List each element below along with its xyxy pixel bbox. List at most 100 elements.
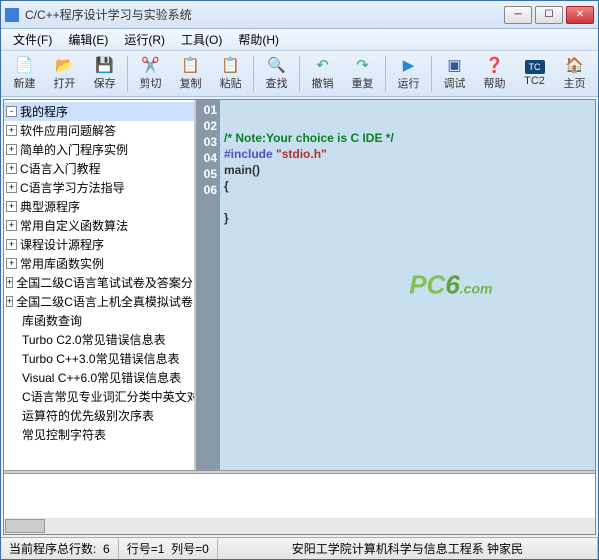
watermark: PC6.com [323, 239, 493, 332]
tree-item[interactable]: 库函数查询 [4, 311, 194, 330]
toolbar: 📄新建 📂打开 💾保存 ✂️剪切 📋复制 📋粘贴 🔍查找 ↶撤销 ↷重复 ▶运行… [1, 51, 598, 97]
collapse-icon[interactable]: - [6, 106, 17, 117]
save-button[interactable]: 💾保存 [85, 54, 124, 94]
scrollbar-thumb[interactable] [5, 519, 45, 533]
tree-item[interactable]: +常用库函数实例 [4, 254, 194, 273]
expand-icon[interactable]: + [6, 182, 17, 193]
tc2-button[interactable]: TCTC2 [515, 54, 554, 94]
tree-item[interactable]: 运算符的优先级别次序表 [4, 406, 194, 425]
expand-icon[interactable]: + [6, 296, 13, 307]
toolbar-separator [431, 56, 432, 92]
copy-icon: 📋 [182, 56, 200, 74]
help-button[interactable]: ❓帮助 [475, 54, 514, 94]
code-line[interactable]: main() [224, 162, 591, 178]
menu-help[interactable]: 帮助(H) [230, 29, 287, 50]
expand-icon[interactable]: + [6, 163, 17, 174]
menu-file[interactable]: 文件(F) [5, 29, 60, 50]
open-folder-icon: 📂 [56, 56, 74, 74]
tree-item-label: 我的程序 [20, 103, 68, 120]
tree-item[interactable]: 常见控制字符表 [4, 425, 194, 444]
expand-icon[interactable]: + [6, 125, 17, 136]
tree-item[interactable]: +典型源程序 [4, 197, 194, 216]
line-number: 05 [196, 166, 220, 182]
code-line[interactable] [224, 194, 591, 210]
menu-edit[interactable]: 编辑(E) [60, 29, 116, 50]
titlebar[interactable]: C/C++程序设计学习与实验系统 ─ ☐ ✕ [1, 1, 598, 29]
new-file-icon: 📄 [16, 56, 34, 74]
undo-button[interactable]: ↶撤销 [303, 54, 342, 94]
tree-panel[interactable]: -我的程序+软件应用问题解答+简单的入门程序实例+C语言入门教程+C语言学习方法… [4, 100, 196, 470]
tree-item[interactable]: +C语言学习方法指导 [4, 178, 194, 197]
close-button[interactable]: ✕ [566, 6, 594, 24]
app-icon [5, 8, 19, 22]
expand-icon[interactable]: + [6, 144, 17, 155]
output-content[interactable] [4, 474, 595, 518]
tree-item[interactable]: +简单的入门程序实例 [4, 140, 194, 159]
tree-item-label: Visual C++6.0常见错误信息表 [22, 369, 181, 386]
menu-tools[interactable]: 工具(O) [173, 29, 230, 50]
code-line[interactable]: } [224, 210, 591, 226]
tree-item-label: 运算符的优先级别次序表 [22, 407, 154, 424]
home-button[interactable]: 🏠主页 [555, 54, 594, 94]
tree-item-label: 常见控制字符表 [22, 426, 106, 443]
tree-item[interactable]: Turbo C++3.0常见错误信息表 [4, 349, 194, 368]
tree-item-label: 常用自定义函数算法 [20, 217, 128, 234]
tree-item[interactable]: C语言常见专业词汇分类中英文对 [4, 387, 194, 406]
maximize-button[interactable]: ☐ [535, 6, 563, 24]
tree-item-label: 软件应用问题解答 [20, 122, 116, 139]
output-panel[interactable] [4, 474, 595, 534]
tree-item[interactable]: Turbo C2.0常见错误信息表 [4, 330, 194, 349]
find-button[interactable]: 🔍查找 [257, 54, 296, 94]
tree-item[interactable]: -我的程序 [4, 102, 194, 121]
paste-icon: 📋 [222, 56, 240, 74]
redo-button[interactable]: ↷重复 [343, 54, 382, 94]
tree-item-label: Turbo C++3.0常见错误信息表 [22, 350, 180, 367]
tree-item-label: 简单的入门程序实例 [20, 141, 128, 158]
code-editor[interactable]: 010203040506 /* Note:Your choice is C ID… [196, 100, 595, 470]
line-number: 02 [196, 118, 220, 134]
expand-icon[interactable]: + [6, 220, 17, 231]
window-title: C/C++程序设计学习与实验系统 [25, 6, 504, 23]
copy-button[interactable]: 📋复制 [171, 54, 210, 94]
tree-item[interactable]: +课程设计源程序 [4, 235, 194, 254]
open-button[interactable]: 📂打开 [45, 54, 84, 94]
statusbar: 当前程序总行数: 6 行号=1 列号=0 安阳工学院计算机科学与信息工程系 钟家… [1, 537, 598, 559]
horizontal-scrollbar[interactable] [4, 518, 595, 534]
expand-icon[interactable]: + [6, 258, 17, 269]
menu-run[interactable]: 运行(R) [116, 29, 173, 50]
new-button[interactable]: 📄新建 [5, 54, 44, 94]
scissors-icon: ✂️ [142, 56, 160, 74]
tree-item-label: C语言常见专业词汇分类中英文对 [22, 388, 196, 405]
redo-icon: ↷ [354, 56, 372, 74]
toolbar-separator [385, 56, 386, 92]
minimize-button[interactable]: ─ [504, 6, 532, 24]
search-icon: 🔍 [268, 56, 286, 74]
code-line[interactable]: /* Note:Your choice is C IDE */ [224, 130, 591, 146]
tree-item[interactable]: +C语言入门教程 [4, 159, 194, 178]
expand-icon[interactable]: + [6, 277, 13, 288]
line-number: 04 [196, 150, 220, 166]
tree-item-label: 典型源程序 [20, 198, 80, 215]
tree-item-label: C语言入门教程 [20, 160, 101, 177]
tree-item-label: Turbo C2.0常见错误信息表 [22, 331, 166, 348]
expand-icon[interactable]: + [6, 239, 17, 250]
expand-icon[interactable]: + [6, 201, 17, 212]
play-icon: ▶ [399, 56, 417, 74]
run-button[interactable]: ▶运行 [389, 54, 428, 94]
tree-item[interactable]: +全国二级C语言笔试试卷及答案分 [4, 273, 194, 292]
status-total-lines: 当前程序总行数: 6 [1, 538, 119, 559]
debug-button[interactable]: ▣调试 [435, 54, 474, 94]
tree-item[interactable]: +全国二级C语言上机全真模拟试卷 [4, 292, 194, 311]
tree-item[interactable]: +常用自定义函数算法 [4, 216, 194, 235]
cut-button[interactable]: ✂️剪切 [131, 54, 170, 94]
paste-button[interactable]: 📋粘贴 [211, 54, 250, 94]
status-cursor-position: 行号=1 列号=0 [119, 538, 218, 559]
client-area: -我的程序+软件应用问题解答+简单的入门程序实例+C语言入门教程+C语言学习方法… [3, 99, 596, 535]
code-line[interactable]: #include "stdio.h" [224, 146, 591, 162]
line-gutter: 010203040506 [196, 100, 220, 470]
code-area[interactable]: /* Note:Your choice is C IDE */#include … [220, 100, 595, 470]
tree-item[interactable]: Visual C++6.0常见错误信息表 [4, 368, 194, 387]
tree-item[interactable]: +软件应用问题解答 [4, 121, 194, 140]
code-line[interactable]: { [224, 178, 591, 194]
tree-item-label: 库函数查询 [22, 312, 82, 329]
